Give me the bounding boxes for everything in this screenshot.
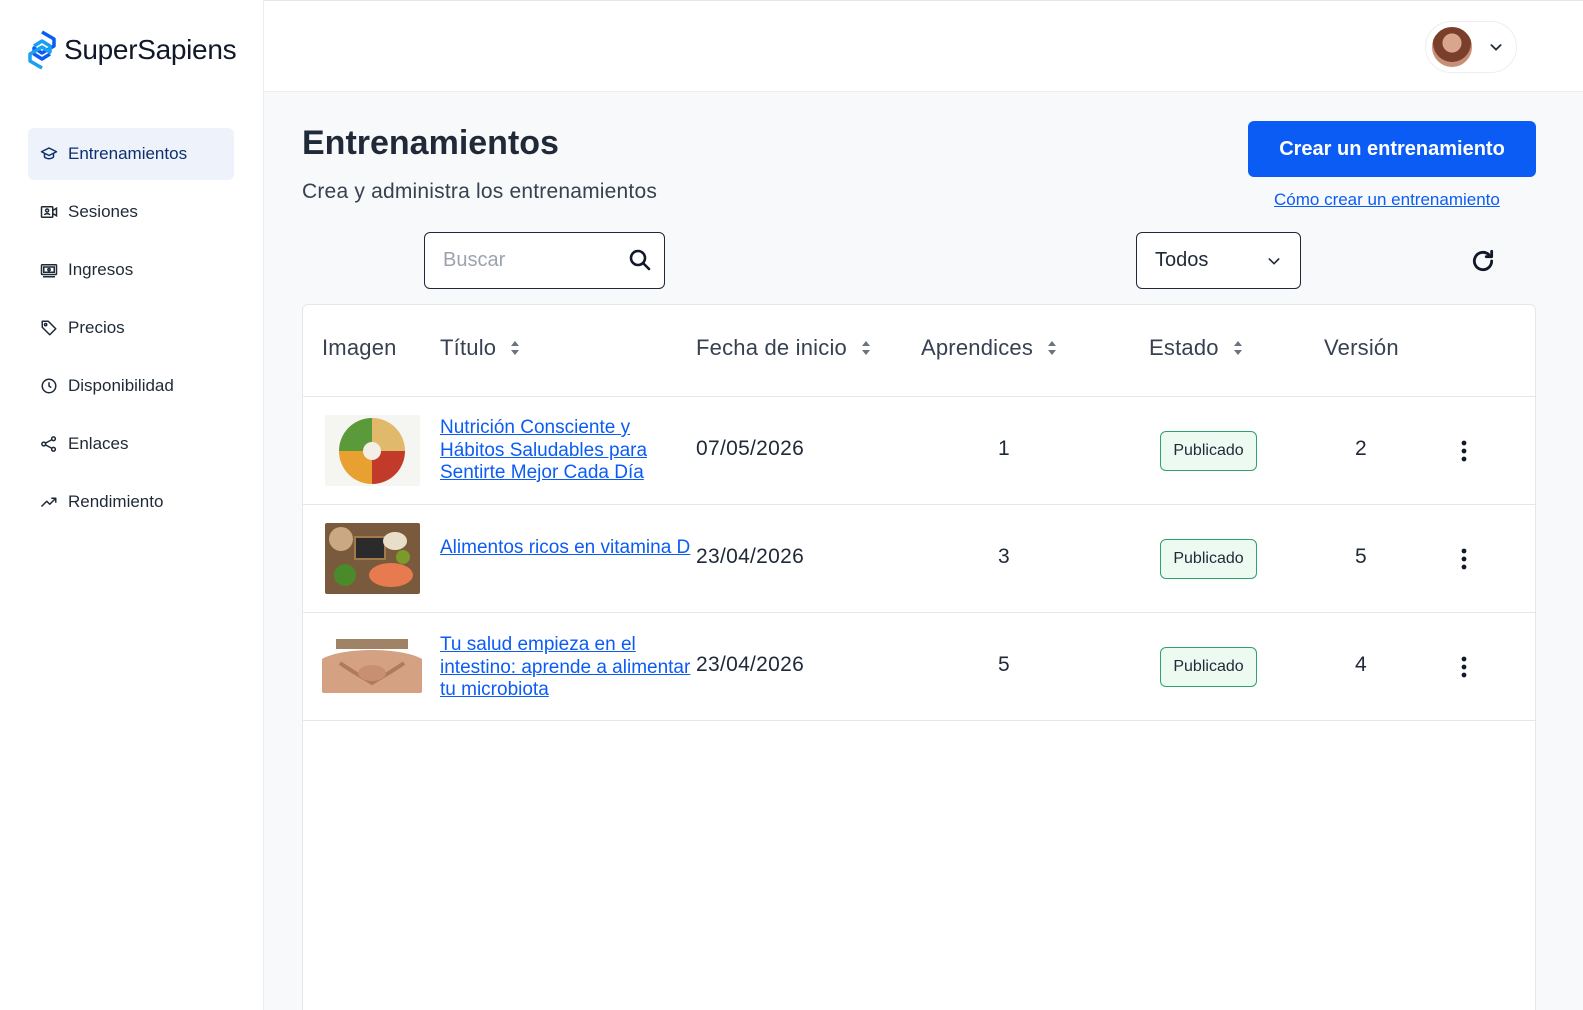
sort-icon bbox=[861, 341, 870, 355]
sidebar-item-sesiones[interactable]: Sesiones bbox=[28, 186, 234, 238]
brand-logo[interactable]: SuperSapiens bbox=[28, 30, 237, 70]
sidebar-item-enlaces[interactable]: Enlaces bbox=[28, 418, 234, 470]
more-options-icon[interactable] bbox=[1455, 547, 1473, 571]
version-number: 4 bbox=[1355, 653, 1367, 676]
sidebar-item-label: Precios bbox=[68, 318, 125, 337]
more-options-icon[interactable] bbox=[1455, 655, 1473, 679]
status-badge: Publicado bbox=[1160, 431, 1257, 471]
training-thumbnail[interactable] bbox=[325, 523, 420, 594]
sort-icon bbox=[1233, 341, 1242, 355]
table-row: Tu salud empieza en el intestino: aprend… bbox=[303, 613, 1535, 721]
status-badge: Publicado bbox=[1160, 647, 1257, 687]
sidebar-item-label: Rendimiento bbox=[68, 492, 164, 511]
chevron-down-icon bbox=[1268, 257, 1280, 265]
start-date: 07/05/2026 bbox=[696, 437, 805, 460]
video-icon bbox=[40, 206, 58, 218]
chevron-down-icon bbox=[1490, 44, 1502, 51]
sidebar-item-precios[interactable]: Precios bbox=[28, 302, 234, 354]
training-thumbnail[interactable] bbox=[322, 639, 422, 693]
search-box bbox=[424, 232, 665, 289]
sort-icon bbox=[1048, 341, 1057, 355]
user-menu-button[interactable] bbox=[1425, 21, 1517, 73]
page-title: Entrenamientos bbox=[302, 124, 559, 162]
start-date: 23/04/2026 bbox=[696, 653, 805, 676]
table-row: Alimentos ricos en vitamina D 23/04/2026… bbox=[303, 505, 1535, 613]
app-root: SuperSapiens Entrenamientos Sesiones Ing… bbox=[0, 0, 1583, 1010]
version-number: 5 bbox=[1355, 545, 1367, 568]
sidebar-item-rendimiento[interactable]: Rendimiento bbox=[28, 476, 234, 528]
trend-up-icon bbox=[40, 497, 57, 508]
sidebar-item-entrenamientos[interactable]: Entrenamientos bbox=[28, 128, 234, 180]
sidebar-item-label: Enlaces bbox=[68, 434, 129, 453]
sidebar-item-label: Ingresos bbox=[68, 260, 134, 279]
learners-count: 5 bbox=[998, 653, 1010, 676]
start-date: 23/04/2026 bbox=[696, 545, 805, 568]
sidebar-item-label: Sesiones bbox=[68, 202, 138, 221]
training-title-link[interactable]: Tu salud empieza en el intestino: aprend… bbox=[440, 634, 695, 702]
sidebar-item-disponibilidad[interactable]: Disponibilidad bbox=[28, 360, 234, 412]
training-title-link[interactable]: Nutrición Consciente y Hábitos Saludable… bbox=[440, 417, 695, 485]
search-input[interactable] bbox=[425, 233, 625, 287]
share-icon bbox=[41, 436, 57, 452]
graduation-cap-icon bbox=[40, 147, 58, 160]
search-icon[interactable] bbox=[628, 248, 652, 272]
tag-icon bbox=[41, 320, 57, 336]
trainings-table: Imagen Título Fecha de inicio Aprendices… bbox=[302, 304, 1536, 1010]
top-bar bbox=[264, 0, 1583, 92]
status-filter-select[interactable]: Todos bbox=[1136, 232, 1301, 289]
sidebar-item-label: Entrenamientos bbox=[68, 144, 188, 163]
column-header-version: Versión bbox=[1324, 335, 1399, 360]
table-header: Imagen Título Fecha de inicio Aprendices… bbox=[303, 305, 1535, 397]
status-badge: Publicado bbox=[1160, 539, 1257, 579]
status-filter-value: Todos bbox=[1155, 249, 1209, 271]
training-thumbnail[interactable] bbox=[325, 415, 420, 486]
supersapiens-logo-icon bbox=[28, 30, 56, 70]
sidebar-nav: Entrenamientos Sesiones Ingresos Precios… bbox=[28, 128, 234, 534]
learners-count: 3 bbox=[998, 545, 1010, 568]
create-training-button[interactable]: Crear un entrenamiento bbox=[1248, 121, 1536, 177]
learners-count: 1 bbox=[998, 437, 1010, 460]
page-subtitle: Crea y administra los entrenamientos bbox=[302, 180, 658, 203]
sidebar-item-label: Disponibilidad bbox=[68, 376, 174, 395]
table-row: Nutrición Consciente y Hábitos Saludable… bbox=[303, 397, 1535, 505]
column-header-status[interactable]: Estado bbox=[1149, 335, 1243, 361]
avatar bbox=[1430, 25, 1474, 69]
column-header-learners[interactable]: Aprendices bbox=[921, 335, 1057, 361]
money-icon bbox=[40, 264, 58, 278]
training-title-link[interactable]: Alimentos ricos en vitamina D bbox=[440, 537, 695, 560]
sort-icon bbox=[511, 341, 520, 355]
version-number: 2 bbox=[1355, 437, 1367, 460]
column-header-title[interactable]: Título bbox=[440, 335, 520, 361]
sidebar-item-ingresos[interactable]: Ingresos bbox=[28, 244, 234, 296]
how-to-create-link[interactable]: Cómo crear un entrenamiento bbox=[1274, 190, 1500, 210]
more-options-icon[interactable] bbox=[1455, 439, 1473, 463]
column-header-image: Imagen bbox=[322, 335, 397, 360]
clock-icon bbox=[41, 378, 57, 394]
brand-name: SuperSapiens bbox=[64, 34, 237, 65]
sidebar: SuperSapiens Entrenamientos Sesiones Ing… bbox=[0, 0, 264, 1010]
refresh-icon[interactable] bbox=[1470, 248, 1496, 274]
column-header-start-date[interactable]: Fecha de inicio bbox=[696, 335, 871, 361]
